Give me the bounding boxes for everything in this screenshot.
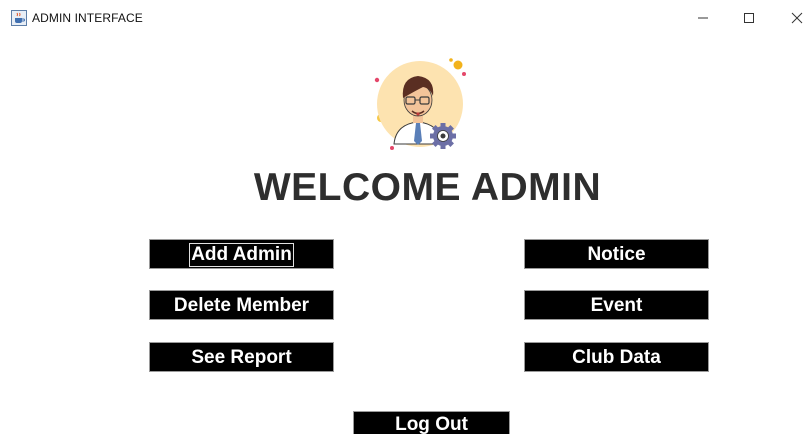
notice-label: Notice: [587, 244, 646, 265]
admin-avatar-with-gear-icon: [374, 58, 466, 150]
delete-member-label: Delete Member: [173, 295, 310, 316]
log-out-button[interactable]: Log Out: [353, 411, 510, 434]
minimize-icon[interactable]: [689, 6, 717, 30]
admin-window: ADMIN INTERFACE WELCOME ADMIN Add Admin …: [0, 0, 807, 434]
see-report-label: See Report: [191, 347, 292, 368]
log-out-label: Log Out: [395, 414, 468, 434]
java-cup-icon: [11, 10, 27, 26]
add-admin-button[interactable]: Add Admin: [149, 239, 334, 269]
welcome-heading: WELCOME ADMIN: [253, 166, 602, 209]
close-icon[interactable]: [783, 6, 807, 30]
title-bar[interactable]: ADMIN INTERFACE: [0, 0, 807, 36]
add-admin-label: Add Admin: [189, 243, 294, 267]
delete-member-button[interactable]: Delete Member: [149, 290, 334, 320]
see-report-button[interactable]: See Report: [149, 342, 334, 372]
event-label: Event: [590, 295, 643, 316]
window-title: ADMIN INTERFACE: [32, 11, 143, 25]
event-button[interactable]: Event: [524, 290, 709, 320]
maximize-icon[interactable]: [735, 6, 763, 30]
club-data-label: Club Data: [572, 347, 661, 368]
notice-button[interactable]: Notice: [524, 239, 709, 269]
club-data-button[interactable]: Club Data: [524, 342, 709, 372]
